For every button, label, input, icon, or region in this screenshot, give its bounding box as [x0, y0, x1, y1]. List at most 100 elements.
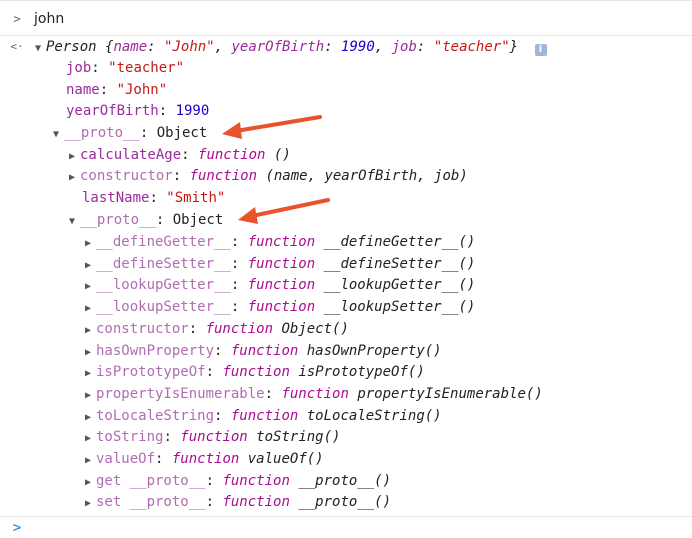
colon-label: :: [264, 386, 282, 402]
proto1-prop-constructor[interactable]: ▶ constructor: function (name, yearOfBirt…: [66, 166, 468, 186]
console-prompt-icon[interactable]: >: [10, 518, 24, 538]
proto-value: Object: [156, 125, 208, 141]
prop-value: 1990: [175, 103, 210, 119]
colon-label: :: [149, 190, 167, 206]
collapsed-triangle-icon[interactable]: ▶: [82, 299, 94, 319]
proto2-prop-row[interactable]: ▶ propertyIsEnumerable: function property…: [82, 384, 543, 404]
function-keyword: function: [281, 386, 349, 402]
summary-key-name: name: [113, 39, 148, 55]
function-keyword: function: [180, 429, 248, 445]
proto2-prop-row[interactable]: ▶ __defineGetter__: function __defineGett…: [82, 232, 475, 252]
function-signature: (name, yearOfBirth, job): [265, 168, 468, 184]
proto2-prop-row[interactable]: ▶ set __proto__: function __proto__(): [82, 492, 391, 512]
proto1-prop-lastname: lastName: "Smith": [82, 188, 225, 208]
collapsed-triangle-icon[interactable]: ▶: [82, 364, 94, 384]
prop-key: hasOwnProperty: [96, 343, 215, 359]
function-signature: __proto__(): [298, 473, 392, 489]
bottom-divider: [0, 516, 692, 517]
function-signature: valueOf(): [247, 451, 324, 467]
function-keyword: function: [247, 277, 316, 293]
summary-value-yearofbirth: 1990: [341, 39, 375, 55]
proto2-prop-row[interactable]: ▶ isPrototypeOf: function isPrototypeOf(): [82, 362, 425, 382]
function-keyword: function: [198, 147, 266, 163]
function-signature: __defineGetter__(): [323, 234, 476, 250]
summary-key-yearofbirth: yearOfBirth: [231, 39, 325, 55]
arrow-proto2: [238, 198, 330, 224]
proto2-prop-row[interactable]: ▶ get __proto__: function __proto__(): [82, 471, 391, 491]
prop-key: __lookupGetter__: [96, 277, 231, 293]
colon-label: :: [188, 321, 206, 337]
proto-row-level2[interactable]: ▼ __proto__: Object: [66, 210, 223, 230]
function-signature: propertyIsEnumerable(): [357, 386, 543, 402]
proto2-prop-row[interactable]: ▶ __lookupGetter__: function __lookupGett…: [82, 275, 475, 295]
prop-key: set __proto__: [96, 494, 206, 510]
colon-label: :: [416, 39, 434, 55]
expanded-triangle-icon[interactable]: ▼: [50, 125, 62, 145]
function-signature: toString(): [256, 429, 341, 445]
collapsed-triangle-icon[interactable]: ▶: [82, 277, 94, 297]
collapsed-triangle-icon[interactable]: ▶: [82, 343, 94, 363]
proto-key: __proto__: [64, 125, 140, 141]
function-keyword: function: [230, 408, 299, 424]
proto-key: __proto__: [80, 212, 156, 228]
result-back-icon: <·: [10, 40, 24, 53]
prop-key: isPrototypeOf: [96, 364, 206, 380]
colon-label: :: [230, 277, 248, 293]
comma-label: ,: [214, 39, 232, 55]
colon-label: :: [155, 212, 173, 228]
result-object-row[interactable]: ▼ Person {name: "John", yearOfBirth: 1990…: [32, 37, 547, 57]
collapsed-triangle-icon[interactable]: ▶: [82, 451, 94, 471]
function-keyword: function: [222, 494, 290, 510]
proto2-prop-row[interactable]: ▶ __lookupSetter__: function __lookupSett…: [82, 297, 475, 317]
function-keyword: function: [230, 343, 299, 359]
colon-label: :: [214, 408, 231, 424]
function-keyword: function: [247, 234, 316, 250]
function-signature: Object(): [281, 321, 349, 337]
collapsed-triangle-icon[interactable]: ▶: [82, 494, 94, 514]
prop-row-name: name: "John": [66, 80, 167, 100]
function-keyword: function: [247, 256, 316, 272]
prop-row-job: job: "teacher": [66, 58, 184, 78]
prop-key: name: [66, 82, 100, 98]
proto2-prop-row[interactable]: ▶ toLocaleString: function toLocaleString…: [82, 406, 442, 426]
collapsed-triangle-icon[interactable]: ▶: [82, 408, 94, 428]
collapsed-triangle-icon[interactable]: ▶: [82, 234, 94, 254]
colon-label: :: [91, 60, 109, 76]
colon-label: :: [230, 234, 248, 250]
function-keyword: function: [222, 473, 290, 489]
collapsed-triangle-icon[interactable]: ▶: [82, 386, 94, 406]
function-keyword: function: [189, 168, 258, 184]
prop-key: propertyIsEnumerable: [96, 386, 265, 402]
function-signature: toLocaleString(): [306, 408, 442, 424]
proto2-prop-row[interactable]: ▶ __defineSetter__: function __defineSett…: [82, 254, 475, 274]
info-icon[interactable]: i: [534, 44, 547, 56]
colon-label: :: [139, 125, 157, 141]
prop-key: calculateAge: [80, 147, 182, 163]
colon-label: :: [324, 39, 342, 55]
expanded-triangle-icon[interactable]: ▼: [32, 39, 44, 59]
collapsed-triangle-icon[interactable]: ▶: [82, 256, 94, 276]
proto-row-level1[interactable]: ▼ __proto__: Object: [50, 123, 207, 143]
proto2-prop-row[interactable]: ▶ constructor: function Object(): [82, 319, 349, 339]
proto2-prop-row[interactable]: ▶ toString: function toString(): [82, 427, 340, 447]
collapsed-triangle-icon[interactable]: ▶: [66, 168, 78, 188]
prop-key: toString: [96, 429, 164, 445]
proto2-prop-row[interactable]: ▶ hasOwnProperty: function hasOwnProperty…: [82, 341, 442, 361]
function-keyword: function: [247, 299, 316, 315]
prop-key: toLocaleString: [96, 408, 215, 424]
collapsed-triangle-icon[interactable]: ▶: [66, 147, 78, 167]
proto1-prop-calculateage[interactable]: ▶ calculateAge: function (): [66, 145, 291, 165]
expanded-triangle-icon[interactable]: ▼: [66, 212, 78, 232]
colon-label: :: [214, 343, 231, 359]
summary-key-job: job: [391, 39, 417, 55]
proto2-prop-row[interactable]: ▶ valueOf: function valueOf(): [82, 449, 324, 469]
collapsed-triangle-icon[interactable]: ▶: [82, 473, 94, 493]
colon-label: :: [155, 451, 172, 467]
function-signature: __proto__(): [298, 494, 392, 510]
collapsed-triangle-icon[interactable]: ▶: [82, 429, 94, 449]
colon-label: :: [158, 103, 176, 119]
summary-value-job: "teacher": [433, 39, 510, 55]
collapsed-triangle-icon[interactable]: ▶: [82, 321, 94, 341]
prop-key: lastName: [82, 190, 150, 206]
colon-label: :: [163, 429, 181, 445]
